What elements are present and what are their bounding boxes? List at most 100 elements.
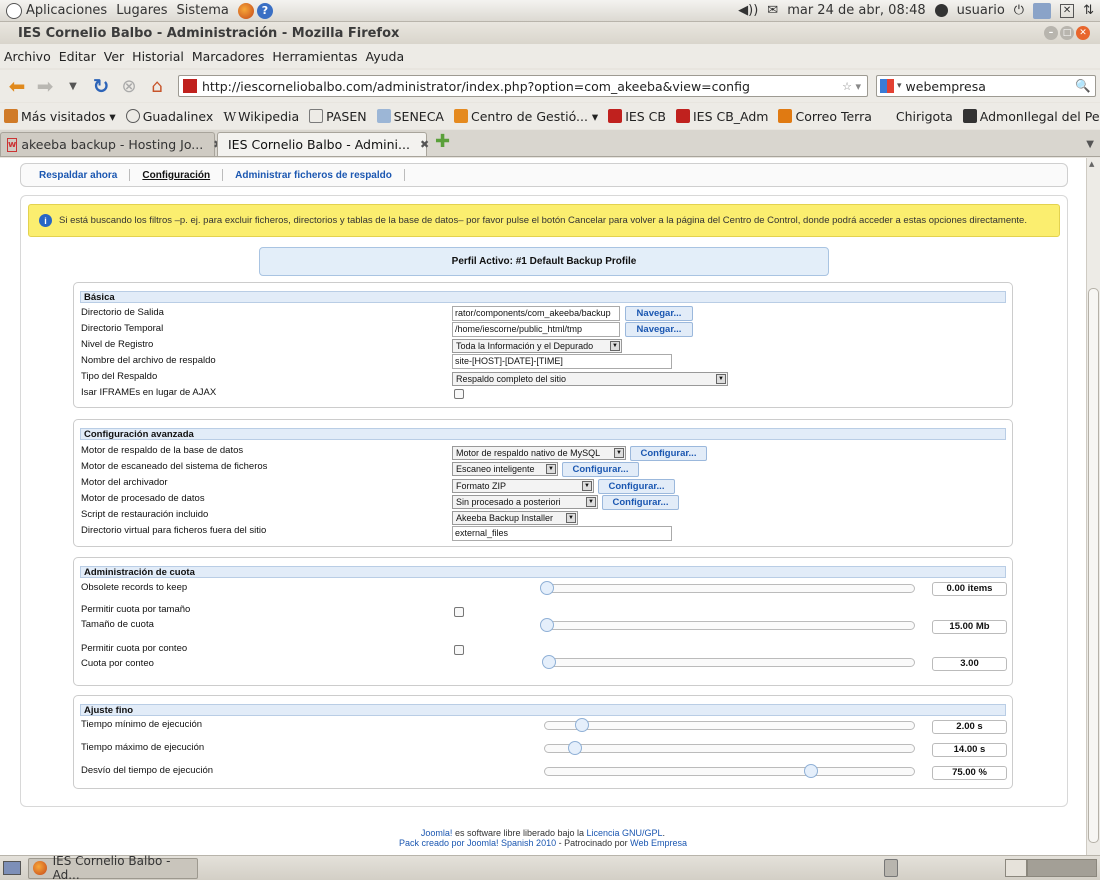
- bookmark-ies-cb-adm[interactable]: IES CB_Adm: [675, 109, 768, 124]
- menu-system[interactable]: Sistema: [177, 3, 229, 18]
- help-icon[interactable]: ?: [256, 2, 273, 19]
- bookmark-chirigota[interactable]: Chirigota: [896, 109, 953, 124]
- menu-applications[interactable]: Aplicaciones: [26, 3, 107, 18]
- menu-historial[interactable]: Historial: [132, 49, 184, 64]
- mail-icon[interactable]: ✉: [767, 3, 778, 18]
- submenu-configuration[interactable]: Configuración: [142, 170, 210, 181]
- volume-icon[interactable]: ◀)): [738, 3, 758, 18]
- home-icon[interactable]: ⌂: [146, 75, 168, 97]
- fs-engine-select[interactable]: Escaneo inteligente ▼: [452, 462, 558, 476]
- slider-handle[interactable]: [540, 581, 554, 595]
- search-engine-icon[interactable]: [880, 79, 894, 93]
- bookmark-correo-terra[interactable]: Correo Terra: [778, 109, 872, 124]
- sponsor-link[interactable]: Web Empresa: [630, 838, 687, 848]
- menu-ayuda[interactable]: Ayuda: [366, 49, 405, 64]
- configure-db-button[interactable]: Configurar...: [630, 446, 707, 461]
- submenu-backup-now[interactable]: Respaldar ahora: [39, 170, 117, 181]
- bookmark-guadalinex[interactable]: Guadalinex: [125, 109, 213, 124]
- search-input[interactable]: webempresa: [906, 79, 986, 94]
- configure-archiver-button[interactable]: Configurar...: [598, 479, 675, 494]
- slider-handle[interactable]: [567, 741, 582, 755]
- bookmark-wikipedia[interactable]: W Wikipedia: [223, 109, 299, 124]
- temp-dir-input[interactable]: /home/iescorne/public_html/tmp: [452, 322, 620, 337]
- proc-engine-select[interactable]: Sin procesado a posteriori ▼: [452, 495, 598, 509]
- history-dropdown-icon[interactable]: ▼: [62, 75, 84, 97]
- page-scrollbar[interactable]: ▲: [1086, 158, 1100, 855]
- minimize-icon[interactable]: –: [1044, 26, 1058, 40]
- url-bar[interactable]: http://iescorneliobalbo.com/administrato…: [178, 75, 868, 97]
- tab-close-icon[interactable]: ✖: [420, 138, 429, 151]
- archive-name-input[interactable]: site-[HOST]-[DATE]-[TIME]: [452, 354, 672, 369]
- clock[interactable]: mar 24 de abr, 08:48: [787, 3, 925, 18]
- submenu-manage-backups[interactable]: Administrar ficheros de respaldo: [235, 170, 392, 181]
- bookmark-ies-cb[interactable]: IES CB: [608, 109, 666, 124]
- slider-handle[interactable]: [542, 655, 556, 669]
- maximize-icon[interactable]: □: [1060, 26, 1074, 40]
- restore-script-select[interactable]: Akeeba Backup Installer ▼: [452, 511, 578, 525]
- search-bar[interactable]: ▾ webempresa 🔍: [876, 75, 1096, 97]
- min-time-slider[interactable]: [544, 718, 915, 732]
- ubuntu-logo-icon[interactable]: [6, 2, 22, 19]
- max-time-slider[interactable]: [544, 741, 915, 755]
- bookmark-centro-gestion[interactable]: Centro de Gestió... ▾: [454, 109, 598, 124]
- bookmark-admonilegal[interactable]: AdmonIlegal del Pe...: [962, 109, 1100, 124]
- joomla-link[interactable]: Joomla!: [421, 828, 453, 838]
- workspace-1[interactable]: [1005, 859, 1027, 877]
- menu-editar[interactable]: Editar: [59, 49, 96, 64]
- transfer-arrows-icon[interactable]: ⇅: [1083, 3, 1094, 18]
- reload-icon[interactable]: ↻: [90, 74, 112, 98]
- stop-icon[interactable]: ⊗: [118, 75, 140, 97]
- size-quota-slider[interactable]: [540, 618, 915, 632]
- close-icon[interactable]: ✕: [1076, 26, 1090, 40]
- bookmark-pasen[interactable]: PASEN: [309, 109, 367, 124]
- menu-ver[interactable]: Ver: [104, 49, 124, 64]
- close-window-icon[interactable]: ✕: [1060, 3, 1075, 18]
- forward-icon[interactable]: ➡: [34, 74, 56, 98]
- bookmark-star-icon[interactable]: ☆ ▾: [842, 80, 861, 93]
- slider-handle[interactable]: [540, 618, 554, 632]
- count-quota-checkbox[interactable]: [454, 645, 464, 655]
- menu-herramientas[interactable]: Herramientas: [272, 49, 357, 64]
- scrollbar-thumb[interactable]: [1088, 288, 1099, 843]
- bookmark-mas-visitados[interactable]: Más visitados ▾: [4, 109, 116, 124]
- vdir-input[interactable]: external_files: [452, 526, 672, 541]
- new-tab-icon[interactable]: ✚: [435, 131, 450, 152]
- scroll-up-icon[interactable]: ▲: [1089, 160, 1094, 168]
- iframes-checkbox[interactable]: [454, 389, 464, 399]
- db-engine-select[interactable]: Motor de respaldo nativo de MySQL ▼: [452, 446, 626, 460]
- trash-icon[interactable]: [884, 859, 898, 877]
- power-icon[interactable]: ⏻: [1014, 3, 1024, 18]
- taskbar-firefox-window[interactable]: IES Cornelio Balbo - Ad...: [28, 854, 198, 880]
- menu-marcadores[interactable]: Marcadores: [192, 49, 265, 64]
- window-titlebar[interactable]: IES Cornelio Balbo - Administración - Mo…: [0, 22, 1100, 44]
- bookmark-seneca[interactable]: SENECA: [376, 109, 444, 124]
- firefox-launcher-icon[interactable]: [237, 2, 254, 19]
- log-level-select[interactable]: Toda la Información y el Depurado ▼: [452, 339, 622, 353]
- menu-places[interactable]: Lugares: [116, 3, 167, 18]
- search-icon[interactable]: 🔍: [1075, 78, 1091, 94]
- back-icon[interactable]: ⬅: [6, 74, 28, 98]
- tab-akeeba-backup[interactable]: w akeeba backup - Hosting Jo... ✖: [0, 132, 222, 156]
- slider-handle[interactable]: [803, 764, 818, 778]
- archiver-select[interactable]: Formato ZIP ▼: [452, 479, 594, 493]
- obsolete-records-slider[interactable]: [540, 581, 915, 595]
- search-engine-dropdown-icon[interactable]: ▾: [897, 81, 902, 91]
- network-icon[interactable]: [1033, 2, 1052, 19]
- show-desktop-icon[interactable]: [3, 861, 21, 875]
- tab-list-icon[interactable]: ▼: [1086, 139, 1094, 150]
- browse-output-button[interactable]: Navegar...: [625, 306, 693, 321]
- browse-temp-button[interactable]: Navegar...: [625, 322, 693, 337]
- tab-ies-cornelio-balbo[interactable]: IES Cornelio Balbo - Admini... ✖: [217, 132, 429, 156]
- size-quota-checkbox[interactable]: [454, 607, 464, 617]
- configure-fs-button[interactable]: Configurar...: [562, 462, 639, 477]
- url-text[interactable]: http://iescorneliobalbo.com/administrato…: [202, 79, 750, 94]
- bias-slider[interactable]: [544, 764, 915, 778]
- user-name[interactable]: usuario: [957, 3, 1005, 18]
- count-quota-slider[interactable]: [542, 655, 915, 669]
- backup-type-select[interactable]: Respaldo completo del sitio ▼: [452, 372, 728, 386]
- output-dir-input[interactable]: rator/components/com_akeeba/backup: [452, 306, 620, 321]
- workspace-switcher[interactable]: [1027, 859, 1097, 877]
- slider-handle[interactable]: [574, 718, 589, 732]
- license-link[interactable]: Licencia GNU/GPL: [587, 828, 663, 838]
- menu-archivo[interactable]: Archivo: [4, 49, 51, 64]
